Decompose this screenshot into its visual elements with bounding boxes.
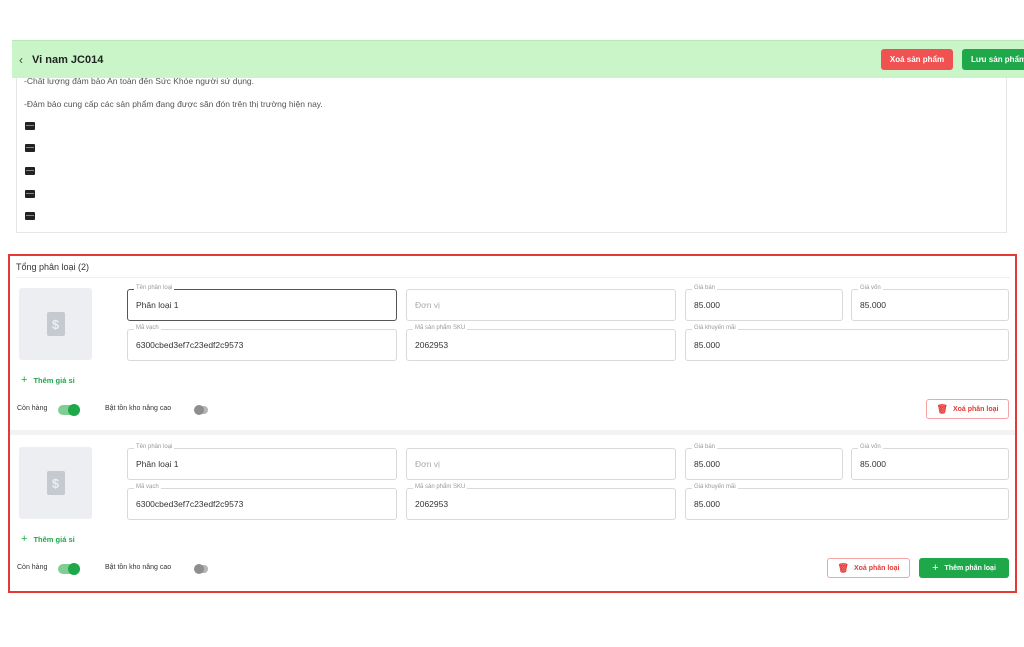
field-value: 85.000	[860, 300, 886, 310]
sku-field[interactable]: Mã sản phẩm SKU 2062953	[406, 325, 676, 361]
field-value: 85.000	[860, 459, 886, 469]
trash-icon: 🗑	[936, 403, 948, 414]
delete-variant-button[interactable]: 🗑 Xoá phân loại	[827, 558, 910, 578]
chevron-left-icon[interactable]: ‹	[12, 53, 30, 67]
field-label: Giá vốn	[858, 285, 883, 291]
in-stock-toggle[interactable]	[58, 404, 80, 416]
header-actions: Xoá sản phẩm Lưu sản phẩm	[881, 49, 1024, 70]
variant-name-field[interactable]: Tên phân loại Phân loại 1	[127, 444, 397, 480]
cost-field[interactable]: Giá vốn 85.000	[851, 444, 1009, 480]
variant-section: Tổng phân loại (2) $ Tên phân loại Phân …	[8, 254, 1017, 593]
field-value: Phân loại 1	[136, 459, 179, 469]
add-variant-label: Thêm phân loại	[944, 564, 996, 572]
field-value: 2062953	[415, 499, 449, 509]
field-label: Mã vạch	[134, 484, 161, 490]
field-label: Giá vốn	[858, 444, 883, 450]
advanced-stock-toggle[interactable]	[194, 405, 208, 415]
field-value: 6300cbed3ef7c23edf2c9573	[136, 340, 244, 350]
delete-variant-label: Xoá phân loại	[853, 564, 900, 572]
in-stock-label: Còn hàng	[17, 564, 48, 571]
field-placeholder: Đơn vị	[415, 300, 440, 310]
variant-name-field[interactable]: Tên phân loại Phân loại 1	[127, 285, 397, 321]
broken-image-icon	[25, 122, 35, 130]
product-header: ‹ Vi nam JC014 Xoá sản phẩm Lưu sản phẩm	[12, 40, 1024, 78]
field-label: Giá bán	[692, 444, 718, 450]
plus-icon: +	[932, 562, 939, 574]
add-variant-button[interactable]: + Thêm phân loại	[919, 558, 1009, 578]
field-label: Giá khuyến mãi	[692, 484, 738, 490]
advanced-stock-label: Bật tồn kho nâng cao	[105, 405, 172, 412]
money-bag-icon: $	[46, 312, 65, 336]
money-bag-icon: $	[46, 471, 65, 495]
field-label: Giá khuyến mãi	[692, 325, 738, 331]
field-label: Tên phân loại	[134, 285, 175, 291]
barcode-field[interactable]: Mã vạch 6300cbed3ef7c23edf2c9573	[127, 325, 397, 361]
divider	[16, 277, 1010, 278]
card-separator	[10, 430, 1015, 435]
add-wholesale-price-button[interactable]: + Thêm giá sỉ	[21, 533, 75, 545]
price-field[interactable]: Giá bán 85.000	[685, 444, 843, 480]
variant-image-upload[interactable]: $	[19, 447, 92, 519]
sku-field[interactable]: Mã sản phẩm SKU 2062953	[406, 484, 676, 520]
barcode-field[interactable]: Mã vạch 6300cbed3ef7c23edf2c9573	[127, 484, 397, 520]
delete-variant-button[interactable]: 🗑 Xoá phân loại	[926, 399, 1009, 419]
broken-image-icon	[25, 144, 35, 152]
field-label: Mã sản phẩm SKU	[413, 484, 468, 490]
field-value: 6300cbed3ef7c23edf2c9573	[136, 499, 244, 509]
field-label: Giá bán	[692, 285, 718, 291]
delete-product-button[interactable]: Xoá sản phẩm	[881, 49, 953, 70]
variant-card: $ Tên phân loại Phân loại 1 Đơn vị Giá b…	[10, 279, 1015, 439]
in-stock-toggle[interactable]	[58, 563, 80, 575]
field-value: 85.000	[694, 499, 720, 509]
promo-price-field[interactable]: Giá khuyến mãi 85.000	[685, 325, 1009, 361]
field-label: Mã sản phẩm SKU	[413, 325, 468, 331]
field-value: 85.000	[694, 300, 720, 310]
price-field[interactable]: Giá bán 85.000	[685, 285, 843, 321]
product-title: Vi nam JC014	[32, 53, 104, 66]
variant-card: $ Tên phân loại Phân loại 1 Đơn vị Giá b…	[10, 438, 1015, 598]
field-value: 85.000	[694, 459, 720, 469]
advanced-stock-label: Bật tồn kho nâng cao	[105, 564, 172, 571]
description-line: -Đảm bảo cung cấp các sản phẩm đang được…	[24, 99, 323, 109]
plus-icon: +	[21, 533, 28, 545]
add-wholesale-price-button[interactable]: + Thêm giá sỉ	[21, 374, 75, 386]
variant-image-upload[interactable]: $	[19, 288, 92, 360]
cost-field[interactable]: Giá vốn 85.000	[851, 285, 1009, 321]
unit-field[interactable]: Đơn vị	[406, 289, 676, 321]
field-label: Tên phân loại	[134, 444, 175, 450]
in-stock-label: Còn hàng	[17, 405, 48, 412]
delete-variant-label: Xoá phân loại	[952, 405, 999, 413]
product-description[interactable]: -Chất lượng đảm bảo An toàn đến Sức Khỏe…	[16, 64, 1007, 233]
field-value: Phân loại 1	[136, 300, 179, 310]
advanced-stock-toggle[interactable]	[194, 564, 208, 574]
unit-field[interactable]: Đơn vị	[406, 448, 676, 480]
add-wholesale-label: Thêm giá sỉ	[33, 375, 75, 385]
field-label: Mã vạch	[134, 325, 161, 331]
field-placeholder: Đơn vị	[415, 459, 440, 469]
plus-icon: +	[21, 374, 28, 386]
trash-icon: 🗑	[837, 562, 849, 573]
save-product-button[interactable]: Lưu sản phẩm	[962, 49, 1024, 70]
field-value: 2062953	[415, 340, 449, 350]
variant-count-title: Tổng phân loại (2)	[16, 262, 90, 272]
broken-image-icon	[25, 167, 35, 175]
broken-image-icon	[25, 190, 35, 198]
field-value: 85.000	[694, 340, 720, 350]
promo-price-field[interactable]: Giá khuyến mãi 85.000	[685, 484, 1009, 520]
add-wholesale-label: Thêm giá sỉ	[33, 534, 75, 544]
broken-image-icon	[25, 212, 35, 220]
